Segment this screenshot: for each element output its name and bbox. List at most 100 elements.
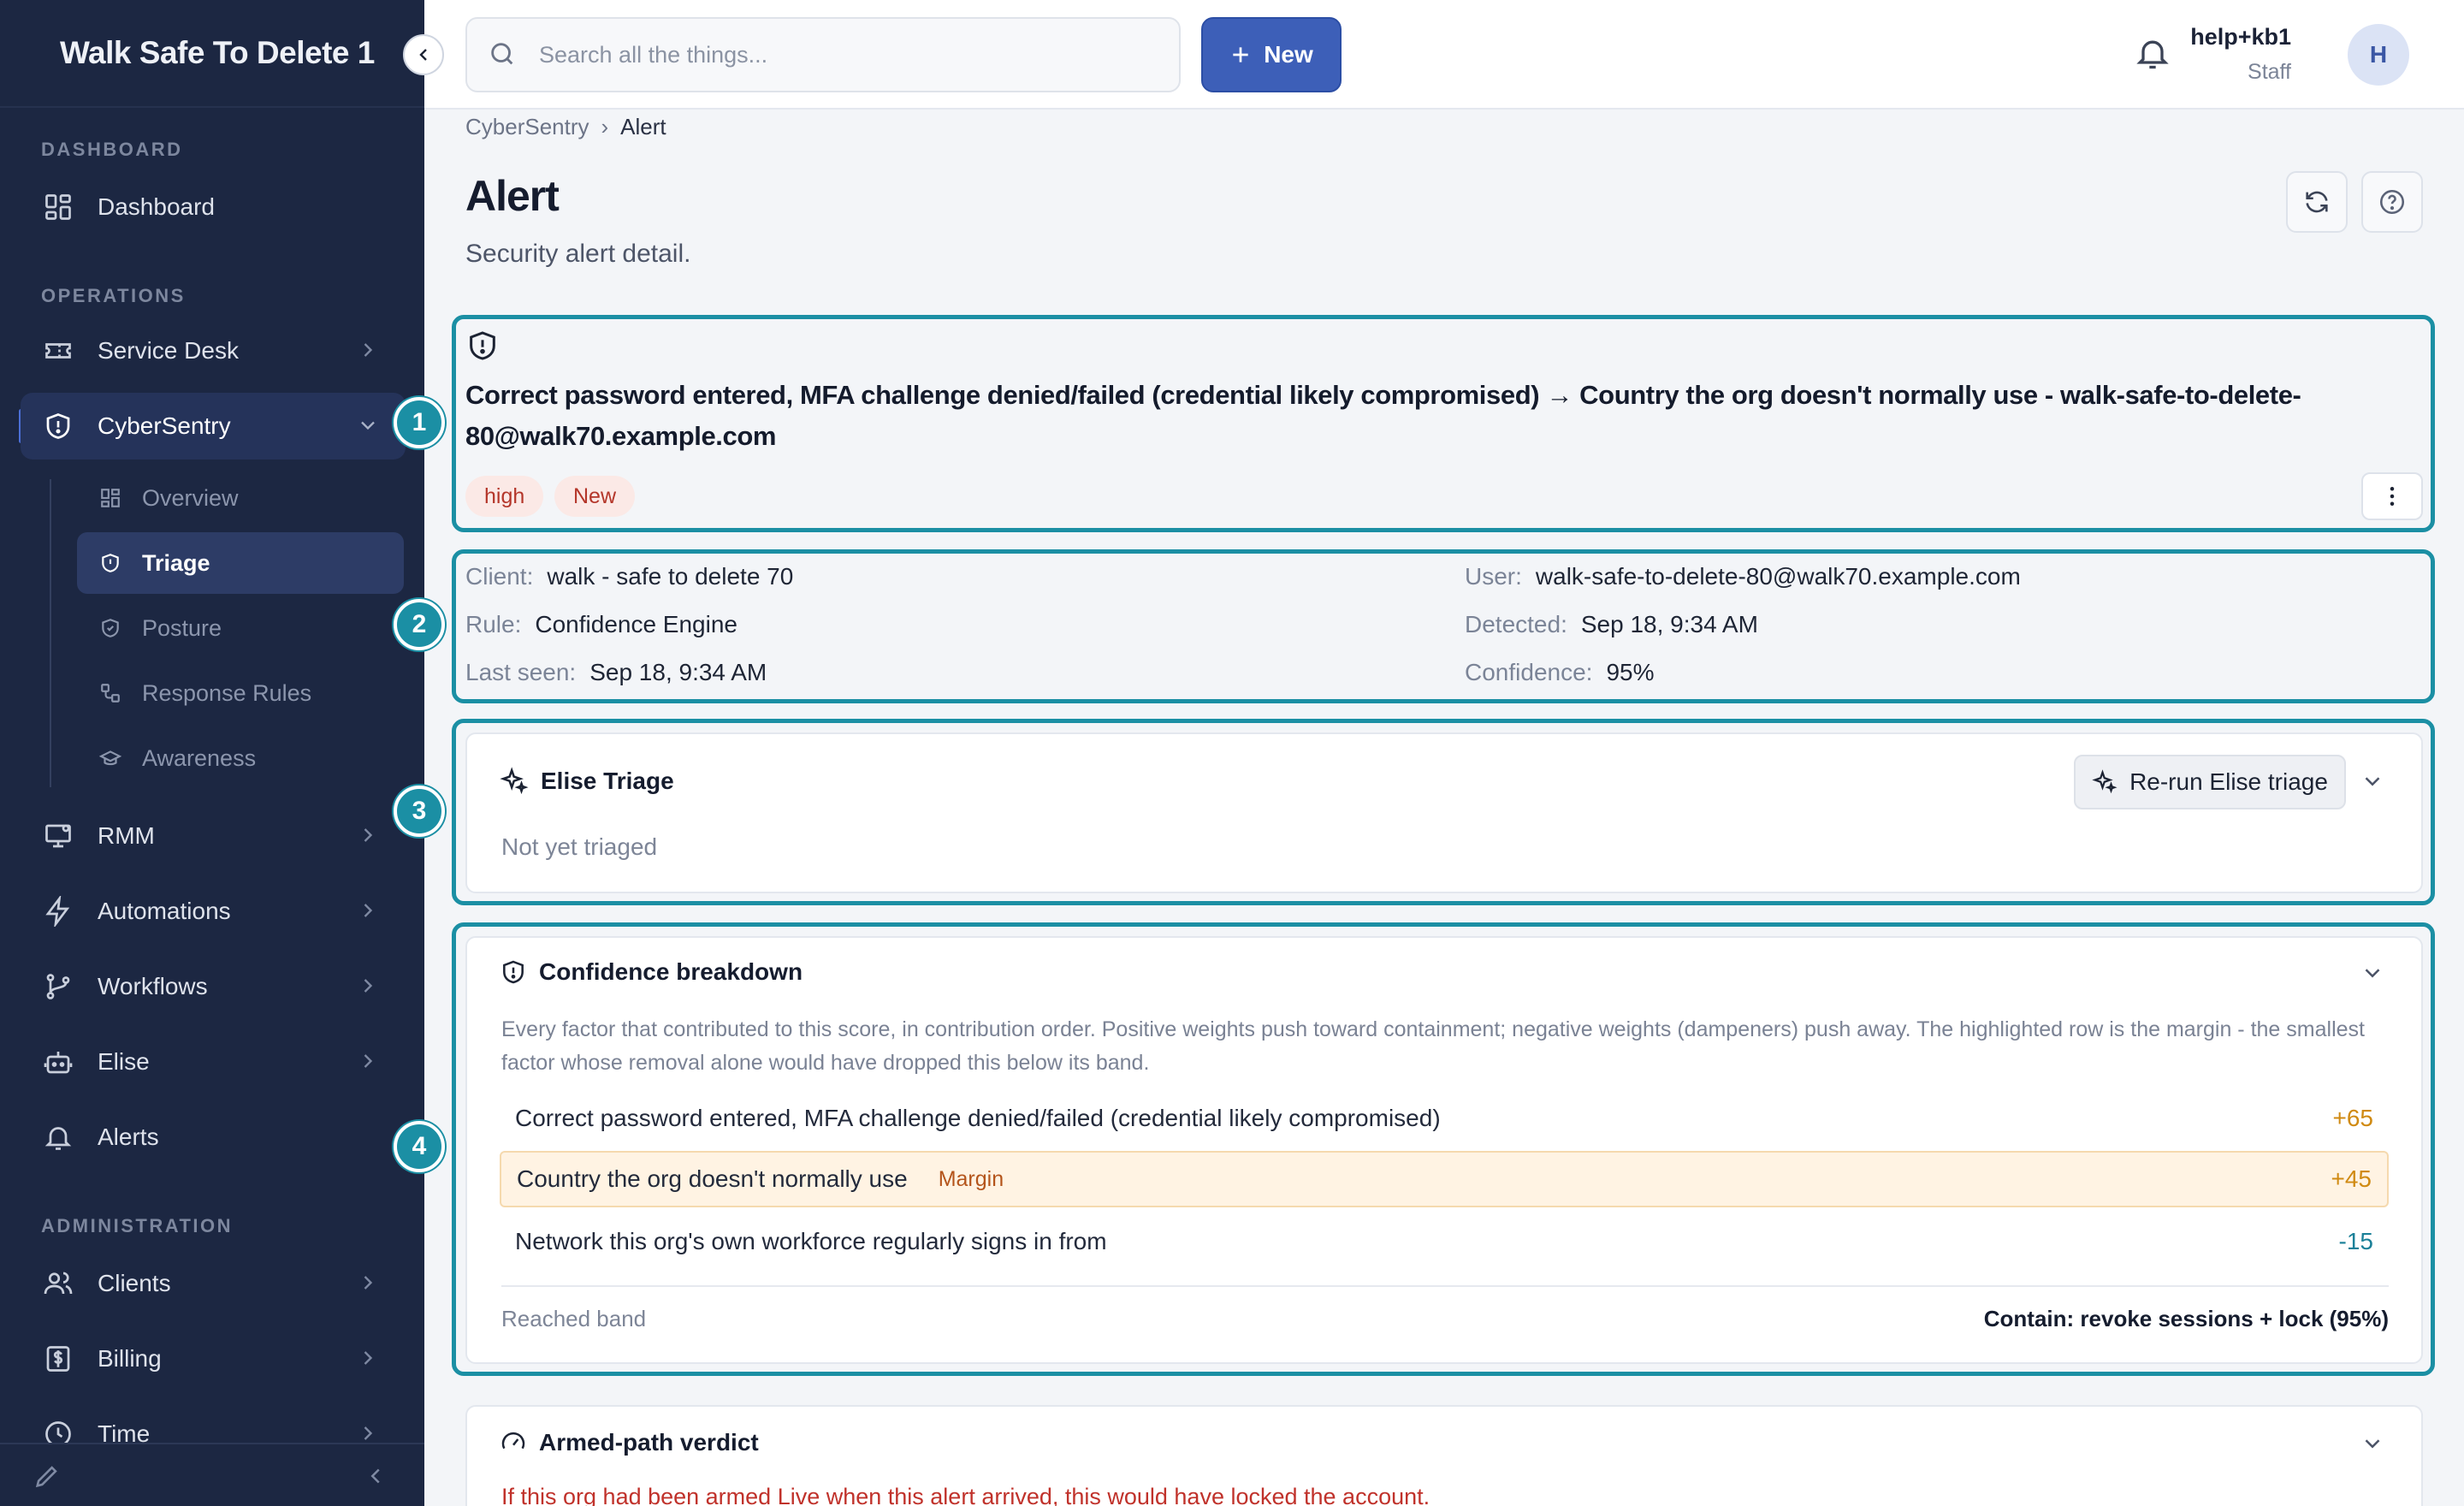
chevron-right-icon	[356, 1421, 380, 1445]
overview-icon	[98, 485, 123, 511]
sidebar-subitem-label: Response Rules	[142, 679, 312, 706]
sidebar-subitem-posture[interactable]: Posture	[77, 597, 404, 659]
sidebar-subitem-label: Overview	[142, 484, 239, 511]
sidebar-item-elise[interactable]: Elise	[21, 1029, 406, 1095]
step-marker-2: 2	[394, 599, 445, 650]
meta-confidence-value: 95%	[1606, 659, 1655, 685]
factor-label: Network this org's own workforce regular…	[515, 1228, 1107, 1254]
sidebar-item-label: Billing	[98, 1345, 162, 1372]
verdict-chevron-down-icon[interactable]	[2360, 1431, 2385, 1456]
confidence-breakdown-title-text: Confidence breakdown	[539, 958, 803, 985]
sidebar-item-label: Clients	[98, 1270, 171, 1296]
meta-detected-label: Detected:	[1465, 611, 1567, 637]
sidebar-subitem-overview[interactable]: Overview	[77, 467, 404, 529]
chevron-right-icon	[356, 1049, 380, 1073]
rerun-elise-triage-label: Re-run Elise triage	[2129, 768, 2328, 795]
sidebar-item-service-desk[interactable]: Service Desk	[21, 317, 406, 384]
shield-icon	[98, 550, 123, 576]
collapse-left-icon[interactable]	[363, 1463, 388, 1489]
chevron-down-icon	[356, 413, 380, 437]
sidebar-item-dashboard[interactable]: Dashboard	[21, 174, 406, 240]
sidebar-item-workflows[interactable]: Workflows	[21, 953, 406, 1020]
sidebar-item-alerts[interactable]: Alerts	[21, 1104, 406, 1171]
rerun-elise-triage-button[interactable]: Re-run Elise triage	[2074, 755, 2346, 809]
sidebar-item-label: Automations	[98, 898, 231, 924]
factor-row: Correct password entered, MFA challenge …	[500, 1090, 2389, 1147]
sidebar-subitem-response-rules[interactable]: Response Rules	[77, 662, 404, 724]
help-button[interactable]	[2361, 171, 2423, 233]
divider	[501, 1285, 2389, 1287]
new-button[interactable]: New	[1201, 17, 1342, 92]
band-value: Contain: revoke sessions + lock (95%)	[1983, 1306, 2389, 1331]
sidebar-collapse-button[interactable]	[403, 34, 444, 75]
sidebar-item-cybersentry[interactable]: CyberSentry	[21, 393, 406, 460]
triage-chevron-down-icon[interactable]	[2360, 768, 2385, 794]
meta-user-value: walk-safe-to-delete-80@walk70.example.co…	[1535, 563, 2021, 590]
sidebar-subitem-triage[interactable]: Triage	[77, 532, 404, 594]
status-badge: New	[554, 476, 636, 517]
meta-rule: Rule: Confidence Engine	[465, 611, 737, 638]
sparkles-icon	[500, 767, 529, 796]
shield-icon	[500, 958, 527, 986]
search-icon	[488, 39, 518, 70]
factor-weight: +65	[2332, 1105, 2374, 1131]
plus-icon	[1229, 44, 1252, 66]
armed-path-verdict-title: Armed-path verdict	[500, 1429, 759, 1456]
chevron-right-icon	[356, 1271, 380, 1295]
chevron-right-icon	[356, 1346, 380, 1370]
shield-icon	[41, 409, 75, 443]
sidebar-item-label: Workflows	[98, 973, 208, 999]
chevron-right-icon	[356, 823, 380, 847]
factor-label: Correct password entered, MFA challenge …	[515, 1105, 1441, 1131]
search-input[interactable]	[539, 41, 1138, 68]
margin-badge: Margin	[938, 1166, 1004, 1191]
sidebar-item-rmm[interactable]: RMM	[21, 803, 406, 869]
sidebar-item-billing[interactable]: Billing	[21, 1325, 406, 1392]
notifications-bell-icon[interactable]	[2134, 34, 2175, 75]
kebab-icon	[2390, 487, 2395, 506]
confidence-breakdown-title: Confidence breakdown	[500, 958, 803, 986]
factor-label: Country the org doesn't normally use	[517, 1165, 908, 1192]
sidebar-item-label: Alerts	[98, 1124, 159, 1150]
factor-weight: +45	[2331, 1165, 2372, 1192]
refresh-button[interactable]	[2286, 171, 2348, 233]
sidebar-item-label: RMM	[98, 822, 155, 849]
meta-detected-value: Sep 18, 9:34 AM	[1580, 611, 1758, 637]
sidebar: Walk Safe To Delete 1 DASHBOARD Dashboar…	[0, 0, 424, 1506]
dollar-icon	[41, 1342, 75, 1376]
more-options-button[interactable]	[2361, 472, 2423, 520]
search-box[interactable]	[465, 17, 1181, 92]
sidebar-subitem-label: Triage	[142, 549, 210, 576]
dashboard-icon	[41, 190, 75, 224]
sidebar-item-label: Service Desk	[98, 337, 239, 364]
topbar: New help+kb1 Staff	[424, 0, 2464, 110]
sidebar-subitem-label: Awareness	[142, 744, 257, 771]
git-branch-icon	[41, 969, 75, 1004]
sidebar-item-label: Elise	[98, 1048, 150, 1075]
sidebar-subitem-awareness[interactable]: Awareness	[77, 727, 404, 789]
meta-rule-label: Rule:	[465, 611, 522, 637]
sparkles-icon	[2092, 769, 2118, 795]
meta-confidence-label: Confidence:	[1465, 659, 1593, 685]
breadcrumb-link-cybersentry[interactable]: CyberSentry	[465, 114, 589, 140]
sidebar-item-automations[interactable]: Automations	[21, 878, 406, 945]
confidence-breakdown-card	[465, 936, 2423, 1364]
avatar[interactable]: H	[2348, 24, 2409, 86]
gauge-icon	[500, 1429, 527, 1456]
shield-check-icon	[98, 615, 123, 641]
chevron-right-icon	[356, 898, 380, 922]
user-role: Staff	[2248, 60, 2291, 84]
section-label-dashboard: DASHBOARD	[41, 139, 183, 160]
alert-title: Correct password entered, MFA challenge …	[465, 380, 2301, 451]
robot-icon	[41, 1045, 75, 1079]
meta-client-label: Client:	[465, 563, 534, 590]
page-title: Alert	[465, 172, 560, 220]
graduation-cap-icon	[98, 745, 123, 771]
sidebar-item-label: Dashboard	[98, 193, 215, 220]
meta-detected: Detected: Sep 18, 9:34 AM	[1465, 611, 1758, 638]
pencil-icon[interactable]	[33, 1462, 62, 1491]
chevron-right-icon	[356, 974, 380, 998]
sidebar-item-clients[interactable]: Clients	[21, 1250, 406, 1317]
confidence-chevron-down-icon[interactable]	[2360, 960, 2385, 986]
section-label-administration: ADMINISTRATION	[41, 1215, 234, 1236]
